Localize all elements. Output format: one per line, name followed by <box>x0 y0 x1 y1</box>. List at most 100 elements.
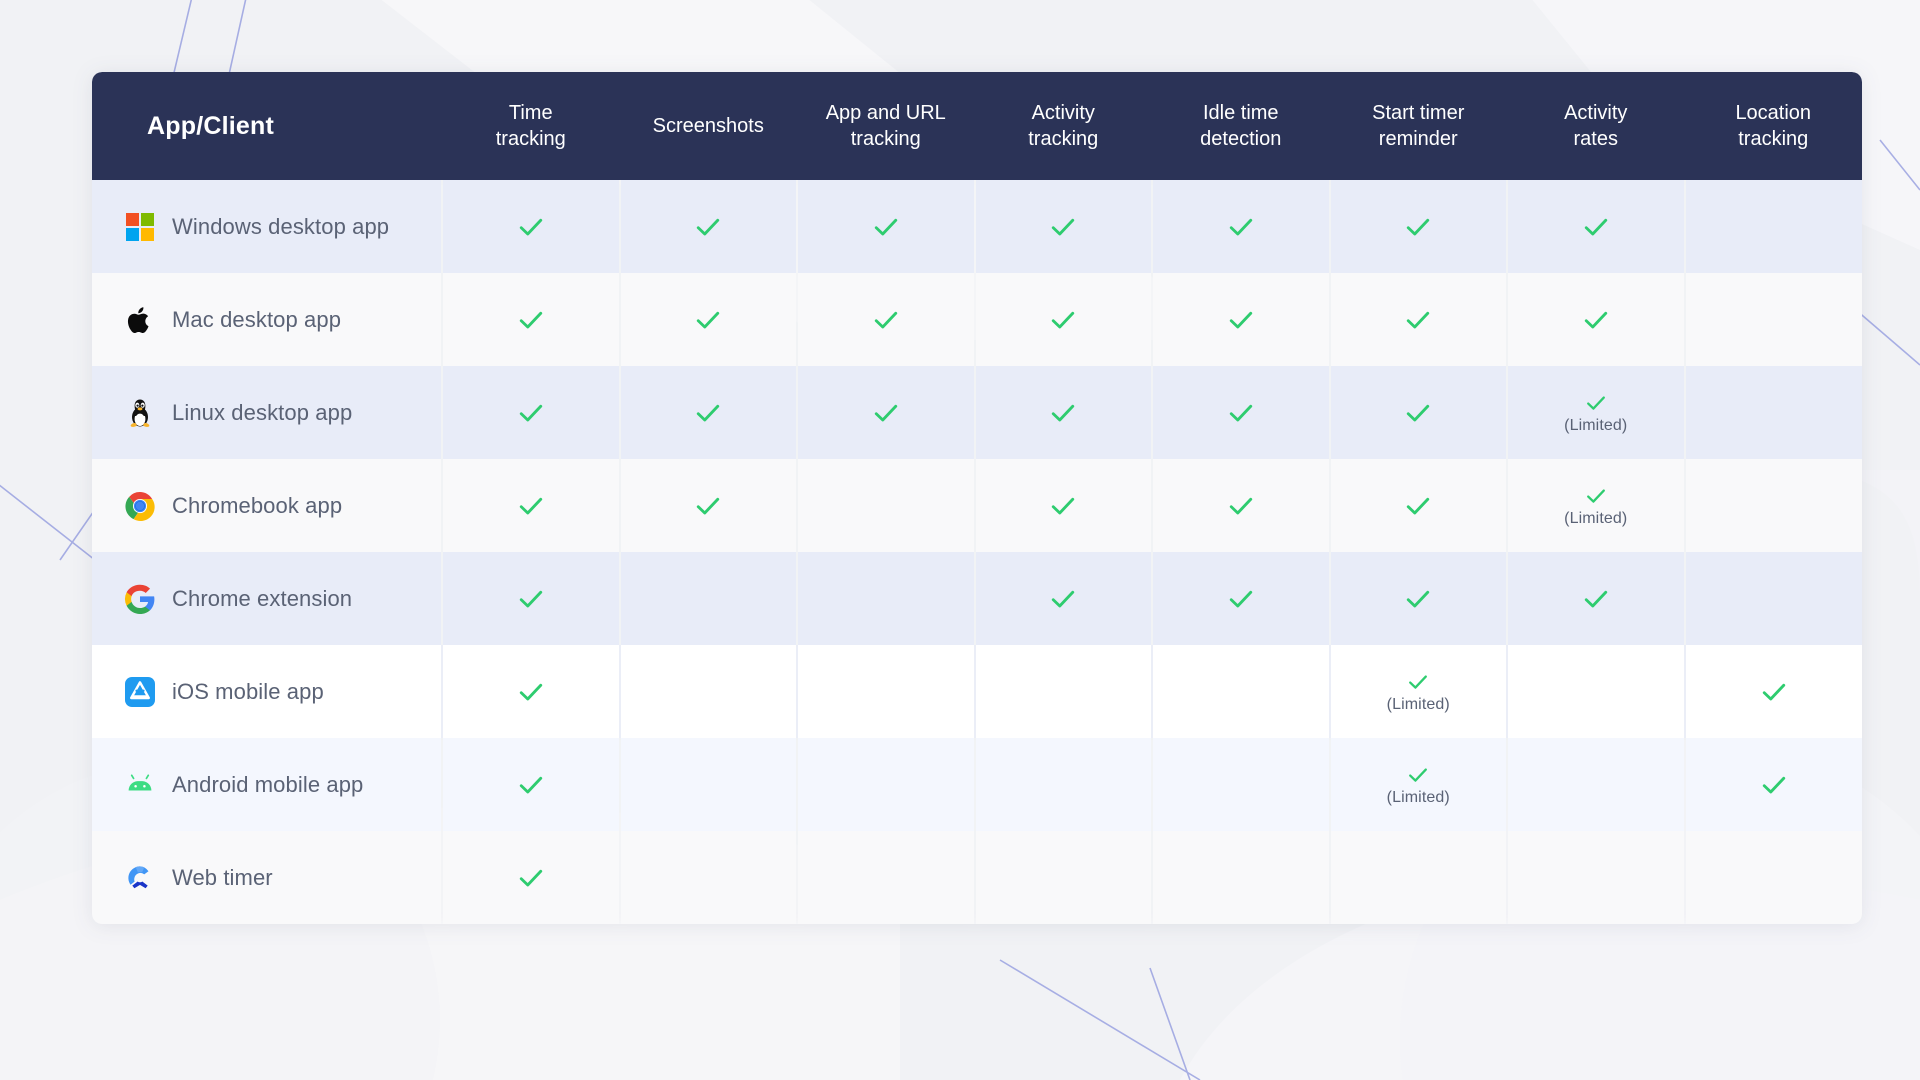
feature-cell: (Limited) <box>1507 459 1685 552</box>
feature-cell: (Limited) <box>1330 738 1508 831</box>
supported-indicator <box>976 305 1152 335</box>
supported-indicator <box>621 398 797 428</box>
supported-indicator <box>1153 212 1329 242</box>
feature-cell <box>620 831 798 924</box>
check-icon <box>1406 763 1430 787</box>
feature-cell <box>1330 180 1508 273</box>
feature-cell <box>1330 831 1508 924</box>
supported-indicator <box>443 491 619 521</box>
apple-logo-icon <box>124 304 156 336</box>
feature-cell <box>620 738 798 831</box>
feature-cell <box>797 366 975 459</box>
check-icon <box>1048 398 1078 428</box>
feature-cell <box>797 273 975 366</box>
table-row: Android mobile app (Limited) <box>92 738 1862 831</box>
feature-cell <box>442 459 620 552</box>
check-icon <box>1226 491 1256 521</box>
feature-cell: (Limited) <box>1507 366 1685 459</box>
feature-cell <box>442 831 620 924</box>
app-name-wrapper: Android mobile app <box>124 769 441 801</box>
check-icon <box>1584 391 1608 415</box>
supported-indicator <box>1153 584 1329 614</box>
feature-cell <box>442 366 620 459</box>
header-app-client: App/Client <box>92 72 442 180</box>
supported-indicator <box>1331 305 1507 335</box>
supported-indicator <box>1153 398 1329 428</box>
windows-logo-icon <box>124 211 156 243</box>
app-name-label: Mac desktop app <box>172 307 341 333</box>
supported-indicator <box>1153 491 1329 521</box>
limited-label: (Limited) <box>1564 511 1627 527</box>
limited-support-indicator: (Limited) <box>1331 763 1507 806</box>
check-icon <box>871 212 901 242</box>
app-name-cell: Windows desktop app <box>92 180 442 273</box>
check-icon <box>516 212 546 242</box>
feature-cell <box>975 366 1153 459</box>
feature-cell <box>797 180 975 273</box>
feature-cell <box>975 645 1153 738</box>
supported-indicator <box>1331 491 1507 521</box>
app-store-icon <box>124 676 156 708</box>
header-line-1: Location <box>1735 102 1811 124</box>
limited-support-indicator: (Limited) <box>1508 391 1684 434</box>
header-idle-time-detection: Idle time detection <box>1152 72 1330 180</box>
feature-cell <box>1685 459 1863 552</box>
feature-cell <box>442 180 620 273</box>
table-row: Chromebook app (Limited) <box>92 459 1862 552</box>
header-screenshots: Screenshots <box>620 72 798 180</box>
check-icon <box>1048 305 1078 335</box>
limited-label: (Limited) <box>1387 697 1450 713</box>
check-icon <box>871 305 901 335</box>
header-line-2: rates <box>1574 128 1618 150</box>
feature-cell <box>620 459 798 552</box>
feature-cell <box>1685 645 1863 738</box>
app-name-wrapper: Linux desktop app <box>124 397 441 429</box>
header-activity-rates: Activity rates <box>1507 72 1685 180</box>
check-icon <box>1048 584 1078 614</box>
chrome-logo-icon <box>124 490 156 522</box>
app-name-label: Chromebook app <box>172 493 342 519</box>
check-icon <box>516 398 546 428</box>
header-app-and-url-tracking: App and URL tracking <box>797 72 975 180</box>
header-activity-tracking: Activity tracking <box>975 72 1153 180</box>
header-line-2: tracking <box>1028 128 1098 150</box>
feature-cell <box>1685 273 1863 366</box>
check-icon <box>516 305 546 335</box>
supported-indicator <box>443 212 619 242</box>
feature-cell <box>1507 831 1685 924</box>
check-icon <box>1226 305 1256 335</box>
feature-cell <box>620 645 798 738</box>
feature-cell <box>1330 459 1508 552</box>
app-name-cell: Mac desktop app <box>92 273 442 366</box>
table-row: Chrome extension <box>92 552 1862 645</box>
table-header: App/Client Time tracking Screenshots App… <box>92 72 1862 180</box>
app-name-label: Android mobile app <box>172 772 363 798</box>
header-line-2: detection <box>1200 128 1281 150</box>
supported-indicator <box>443 398 619 428</box>
app-name-wrapper: Chrome extension <box>124 583 441 615</box>
app-name-cell: Web timer <box>92 831 442 924</box>
app-name-wrapper: Windows desktop app <box>124 211 441 243</box>
header-line-2: reminder <box>1379 128 1458 150</box>
check-icon <box>693 305 723 335</box>
check-icon <box>1403 584 1433 614</box>
header-line-1: Screenshots <box>653 115 764 137</box>
feature-cell <box>442 552 620 645</box>
comparison-table-card: App/Client Time tracking Screenshots App… <box>92 72 1862 924</box>
feature-cell <box>797 738 975 831</box>
header-line-2: tracking <box>1738 128 1808 150</box>
feature-cell <box>620 180 798 273</box>
app-name-label: Chrome extension <box>172 586 352 612</box>
feature-cell <box>1507 180 1685 273</box>
check-icon <box>516 584 546 614</box>
clockify-logo-icon <box>124 862 156 894</box>
check-icon <box>516 770 546 800</box>
app-name-label: Windows desktop app <box>172 214 389 240</box>
check-icon <box>1759 677 1789 707</box>
check-icon <box>1403 305 1433 335</box>
supported-indicator <box>621 212 797 242</box>
feature-cell <box>797 645 975 738</box>
feature-cell <box>1152 645 1330 738</box>
check-icon <box>1226 584 1256 614</box>
app-name-cell: Linux desktop app <box>92 366 442 459</box>
